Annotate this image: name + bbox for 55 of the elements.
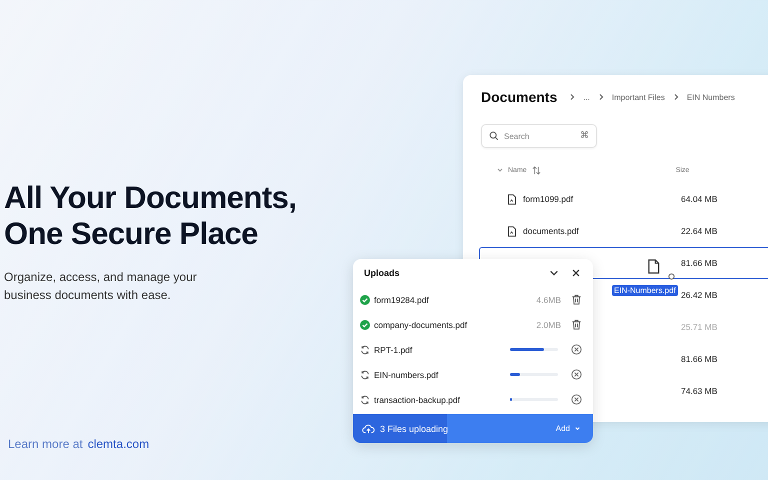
trash-icon[interactable] bbox=[571, 294, 582, 305]
check-circle-icon bbox=[360, 294, 370, 304]
file-name: company-documents.pdf bbox=[374, 320, 468, 330]
upload-status: 3 Files uploading bbox=[380, 424, 450, 434]
file-icon bbox=[647, 259, 660, 274]
breadcrumb-link[interactable]: ... bbox=[583, 92, 590, 102]
file-size: 22.64 MB bbox=[681, 226, 718, 236]
add-button[interactable]: Add bbox=[556, 424, 581, 433]
file-size: 2.0MB bbox=[536, 320, 561, 330]
collapse-icon[interactable] bbox=[549, 268, 559, 278]
breadcrumb-link[interactable]: Important Files bbox=[612, 92, 665, 102]
caret-icon bbox=[496, 166, 504, 174]
sync-icon bbox=[360, 394, 370, 404]
subtitle: Organize, access, and manage your business documents with ease. bbox=[4, 269, 198, 304]
file-name: transaction-backup.pdf bbox=[374, 394, 461, 404]
website-link[interactable]: clemta.com bbox=[88, 437, 150, 451]
learn-more-text: Learn more at bbox=[8, 437, 83, 451]
file-name: form1099.pdf bbox=[523, 194, 574, 204]
cancel-icon[interactable] bbox=[571, 369, 582, 380]
file-size: 74.63 MB bbox=[681, 386, 718, 396]
file-name: form19284.pdf bbox=[374, 294, 430, 304]
headline: One Secure Place bbox=[4, 216, 259, 252]
headline: All Your Documents, bbox=[4, 180, 298, 216]
file-row[interactable]: form1099.pdf 64.04 MB bbox=[479, 183, 768, 215]
file-size: 64.04 MB bbox=[681, 194, 718, 204]
cloud-upload-icon bbox=[362, 424, 375, 434]
panel-title: Documents bbox=[481, 89, 558, 105]
file-row[interactable]: documents.pdf 22.64 MB bbox=[479, 215, 768, 247]
file-size: 81.66 MB bbox=[681, 354, 718, 364]
progress-bar bbox=[510, 348, 558, 351]
close-icon[interactable] bbox=[571, 268, 581, 278]
sync-icon bbox=[360, 344, 370, 354]
chevron-right-icon bbox=[596, 93, 605, 101]
file-size: 81.66 MB bbox=[681, 258, 718, 268]
file-icon bbox=[507, 226, 517, 236]
chevron-right-icon bbox=[672, 93, 680, 101]
sort-icon[interactable] bbox=[532, 166, 541, 174]
file-size: 4.6MB bbox=[536, 294, 561, 304]
cursor-icon bbox=[668, 273, 675, 280]
breadcrumb-link[interactable]: EIN Numbers bbox=[686, 92, 735, 102]
caret-icon bbox=[574, 425, 581, 432]
file-name: EIN-numbers.pdf bbox=[374, 370, 440, 380]
file-icon bbox=[507, 194, 517, 204]
shortcut-hint: ⌘ bbox=[580, 130, 589, 140]
trash-icon[interactable] bbox=[571, 319, 582, 330]
file-name: RPT-1.pdf bbox=[374, 344, 414, 354]
cancel-icon[interactable] bbox=[571, 394, 582, 405]
panel-title: Uploads bbox=[364, 268, 401, 278]
check-circle-icon bbox=[360, 320, 370, 330]
cancel-icon[interactable] bbox=[571, 344, 582, 355]
search-icon bbox=[489, 131, 499, 141]
file-name: documents.pdf bbox=[523, 226, 579, 236]
sync-icon bbox=[360, 370, 370, 380]
drag-label: EIN-Numbers.pdf bbox=[612, 285, 678, 296]
chevron-right-icon bbox=[568, 93, 576, 101]
